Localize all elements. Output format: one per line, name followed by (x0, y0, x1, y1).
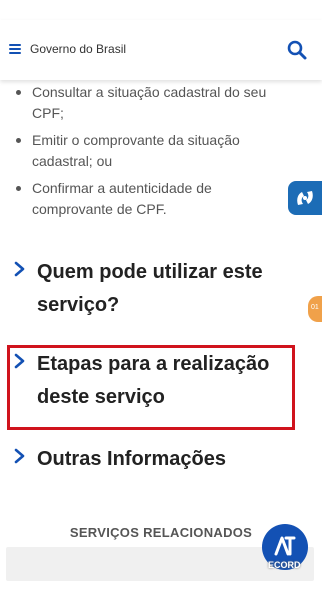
accordion-label: Quem pode utilizar este serviço? (37, 261, 263, 316)
accordion-quem-pode-utilizar[interactable]: Quem pode utilizar este serviço? (0, 256, 322, 322)
highlight-box (7, 345, 295, 430)
list-item: Confirmar a autenticidade de comprovante… (0, 178, 322, 220)
chevron-right-icon (14, 448, 25, 464)
chevron-right-icon (14, 261, 25, 277)
list-item-text: Consultar a situação cadastral do seu CP… (32, 84, 267, 121)
side-tab-text: 01 (311, 304, 319, 311)
record-label: ECORD (268, 560, 301, 570)
top-header: Governo do Brasil (0, 20, 322, 80)
bullet-icon (16, 90, 21, 95)
accordion-label: Outras Informações (37, 448, 226, 470)
list-item-text: Emitir o comprovante da situação cadastr… (32, 132, 240, 169)
hamburger-menu-icon[interactable] (9, 44, 21, 56)
bullet-icon (16, 138, 21, 143)
side-tab[interactable]: 01 (308, 296, 322, 322)
accessibility-hands-icon[interactable] (288, 181, 322, 215)
accordion-outras-informacoes[interactable]: Outras Informações (0, 443, 322, 476)
service-bullet-list: Consultar a situação cadastral do seu CP… (0, 82, 322, 226)
bullet-icon (16, 186, 21, 191)
list-item-text: Confirmar a autenticidade de comprovante… (32, 180, 212, 217)
list-item: Emitir o comprovante da situação cadastr… (0, 130, 322, 172)
list-item: Consultar a situação cadastral do seu CP… (0, 82, 322, 124)
site-title[interactable]: Governo do Brasil (30, 42, 126, 56)
search-icon[interactable] (286, 39, 308, 61)
